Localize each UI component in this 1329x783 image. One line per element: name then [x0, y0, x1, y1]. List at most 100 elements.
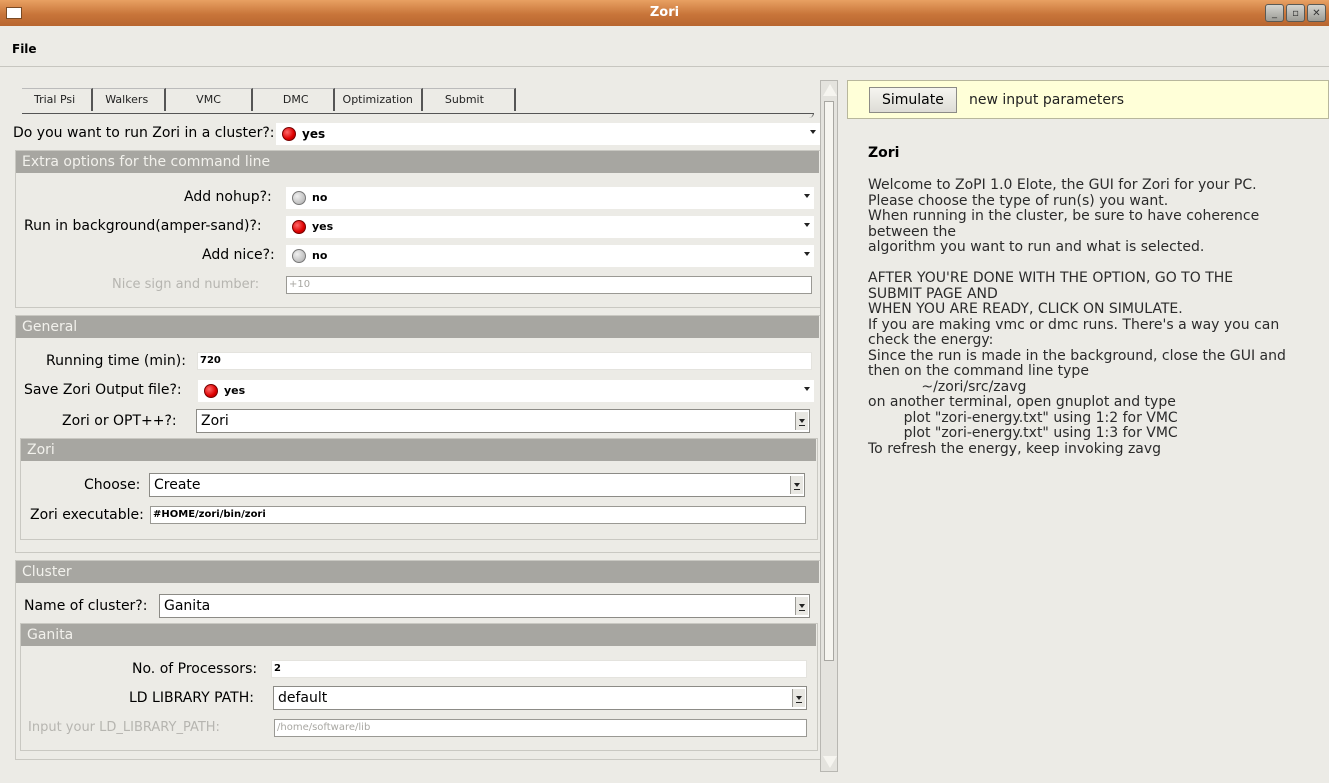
save-output-value: yes [224, 384, 246, 397]
welcome-line: check the energy: [868, 332, 994, 348]
right-pane: Simulate new input parameters Zori Welco… [847, 80, 1329, 770]
welcome-line: then on the command line type [868, 363, 1089, 379]
welcome-line: To refresh the energy, keep invoking zav… [868, 440, 1162, 457]
nice-select[interactable]: no [286, 245, 814, 267]
welcome-line: Welcome to ZoPI 1.0 Elote, the GUI for Z… [868, 177, 1257, 193]
cluster-name-value: Ganita [164, 598, 211, 614]
ld-path-label: LD LIBRARY PATH: [129, 690, 254, 706]
close-button[interactable]: ✕ [1307, 4, 1326, 22]
menu-bar: File [0, 26, 1329, 67]
welcome-line: If you are making vmc or dmc runs. There… [868, 316, 1280, 333]
title-bar: Zori _ ▫ ✕ [0, 0, 1329, 26]
welcome-line: between the [868, 223, 956, 240]
general-header: General [16, 316, 819, 338]
scroll-down-arrow-icon[interactable] [822, 754, 837, 770]
nohup-label: Add nohup?: [184, 189, 272, 205]
simulate-bar: Simulate new input parameters [847, 80, 1329, 119]
simulate-message: new input parameters [969, 92, 1125, 108]
nice-label: Add nice?: [202, 247, 275, 263]
save-output-select[interactable]: yes [198, 380, 814, 402]
save-output-label: Save Zori Output file?: [24, 382, 182, 398]
file-menu[interactable]: File [12, 42, 37, 56]
processors-field[interactable]: 2 [271, 660, 807, 678]
welcome-line: SUBMIT PAGE AND [868, 285, 998, 302]
ganita-subsection-header: Ganita [21, 624, 816, 646]
info-title: Zori [868, 145, 900, 161]
left-pane: Trial Psi Walkers VMC DMC Optimization S… [12, 80, 821, 770]
zori-or-opt-value: Zori [201, 413, 229, 429]
cluster-name-label: Name of cluster?: [24, 598, 148, 614]
welcome-line: plot "zori-energy.txt" using 1:3 for VMC [868, 425, 1178, 441]
combo-arrow-icon[interactable] [795, 412, 808, 430]
tab-submit[interactable]: Submit [422, 88, 516, 111]
tab-dmc[interactable]: DMC [252, 88, 335, 111]
cluster-question-label: Do you want to run Zori in a cluster?: [13, 125, 275, 141]
dropdown-arrow-icon [804, 252, 810, 256]
radio-on-icon [282, 127, 296, 141]
ld-path-value: default [278, 690, 328, 706]
choose-value: Create [154, 477, 201, 493]
running-time-label: Running time (min): [46, 353, 186, 369]
tab-bar: Trial Psi Walkers VMC DMC Optimization S… [22, 88, 516, 112]
welcome-line: on another terminal, open gnuplot and ty… [868, 394, 1176, 410]
background-value: yes [312, 220, 334, 233]
combo-arrow-icon[interactable] [790, 476, 803, 494]
executable-label: Zori executable: [30, 507, 144, 523]
radio-off-icon [292, 249, 306, 263]
radio-on-icon [204, 384, 218, 398]
welcome-line: Since the run is made in the background,… [868, 347, 1286, 364]
tab-optimization[interactable]: Optimization [334, 88, 423, 111]
left-pane-scrollbar[interactable] [820, 80, 838, 772]
cluster-question-select[interactable]: yes [276, 123, 820, 145]
processors-label: No. of Processors: [132, 661, 258, 677]
ld-path-combo[interactable]: default [273, 686, 807, 710]
welcome-line [868, 256, 1328, 272]
dropdown-arrow-icon [804, 387, 810, 391]
welcome-line: WHEN YOU ARE READY, CLICK ON SIMULATE. [868, 301, 1183, 317]
cluster-header: Cluster [16, 561, 819, 583]
background-select[interactable]: yes [286, 216, 814, 238]
window-title: Zori [649, 5, 680, 20]
zori-or-opt-combo[interactable]: Zori [196, 409, 810, 433]
welcome-line: ~/zori/src/zavg [868, 378, 1027, 395]
maximize-button[interactable]: ▫ [1286, 4, 1305, 22]
welcome-line: When running in the cluster, be sure to … [868, 208, 1260, 224]
tab-trial-psi[interactable]: Trial Psi [22, 88, 94, 111]
nohup-select[interactable]: no [286, 187, 814, 209]
welcome-line: plot "zori-energy.txt" using 1:2 for VMC [868, 409, 1178, 426]
dropdown-arrow-icon [804, 194, 810, 198]
scroll-up-arrow-icon[interactable] [822, 82, 837, 98]
cluster-question-value: yes [302, 127, 326, 141]
radio-on-icon [292, 220, 306, 234]
background-label: Run in background(amper-sand)?: [24, 218, 262, 234]
zori-or-opt-label: Zori or OPT++?: [62, 413, 177, 429]
nohup-value: no [312, 191, 328, 204]
nice-sign-label: Nice sign and number: [112, 277, 260, 292]
zori-subsection-header: Zori [21, 439, 816, 461]
ld-input-label: Input your LD_LIBRARY_PATH: [28, 720, 220, 735]
cluster-name-combo[interactable]: Ganita [159, 594, 810, 618]
dropdown-arrow-icon [810, 130, 816, 134]
welcome-text: Welcome to ZoPI 1.0 Elote, the GUI for Z… [868, 177, 1328, 457]
radio-off-icon [292, 191, 306, 205]
running-time-field[interactable]: 720 [197, 352, 812, 370]
tab-walkers[interactable]: Walkers [93, 88, 167, 111]
welcome-line: AFTER YOU'RE DONE WITH THE OPTION, GO TO… [868, 270, 1234, 286]
nice-value: no [312, 249, 328, 262]
combo-arrow-icon[interactable] [795, 597, 808, 615]
extra-options-header: Extra options for the command line [16, 151, 819, 173]
ld-input-field[interactable]: /home/software/lib [274, 719, 807, 737]
welcome-line: Please choose the type of run(s) you wan… [868, 192, 1169, 209]
tab-vmc[interactable]: VMC [166, 88, 253, 111]
welcome-line: algorithm you want to run and what is se… [868, 239, 1205, 255]
simulate-button[interactable]: Simulate [869, 87, 957, 113]
scrollbar-thumb[interactable] [824, 101, 834, 661]
minimize-button[interactable]: _ [1265, 4, 1284, 22]
dropdown-arrow-icon [804, 223, 810, 227]
nice-sign-field[interactable]: +10 [286, 276, 812, 294]
tab-underline [22, 113, 814, 118]
combo-arrow-icon[interactable] [792, 689, 805, 707]
choose-label: Choose: [84, 477, 141, 493]
choose-combo[interactable]: Create [149, 473, 805, 497]
executable-field[interactable]: #HOME/zori/bin/zori [150, 506, 806, 524]
